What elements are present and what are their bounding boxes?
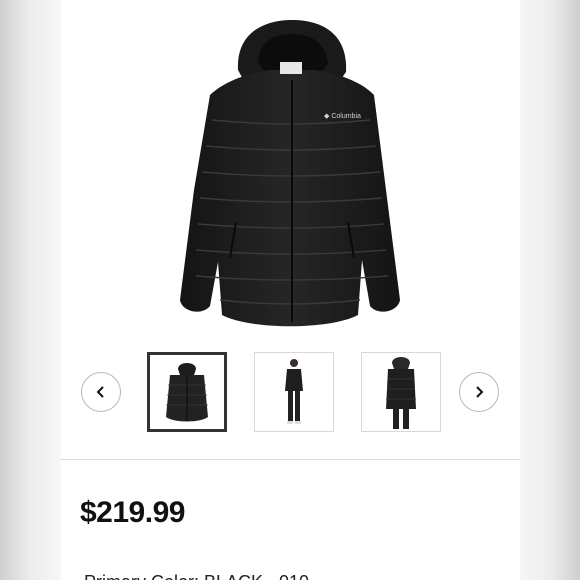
svg-text:◆ Columbia: ◆ Columbia — [324, 113, 361, 120]
jacket-image: ◆ Columbia — [180, 20, 400, 327]
section-divider — [60, 459, 520, 460]
thumbnail-model-front[interactable] — [254, 352, 334, 432]
chevron-right-icon — [476, 386, 484, 398]
model-back-thumbnail-image — [386, 357, 416, 429]
model-front-thumbnail-image — [285, 359, 303, 424]
jacket-thumbnail-image — [166, 363, 208, 422]
variant-color-line: Primary Color: BLACK - 010 — [84, 572, 364, 580]
next-image-button[interactable] — [459, 372, 499, 412]
thumbnail-carousel — [60, 352, 520, 432]
thumbnail-model-back[interactable] — [361, 352, 441, 432]
chevron-left-icon — [96, 386, 104, 398]
product-price: $219.99 — [80, 496, 185, 529]
thumbnail-jacket-front[interactable] — [147, 352, 227, 432]
main-product-image: ◆ Columbia — [60, 0, 520, 345]
previous-image-button[interactable] — [81, 372, 121, 412]
